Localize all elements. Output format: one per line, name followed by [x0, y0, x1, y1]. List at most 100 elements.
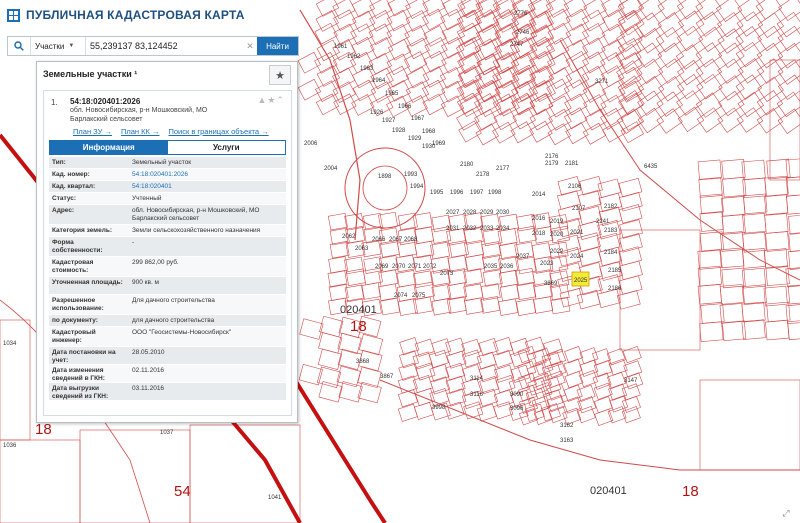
- ring-parcel-label: 1898: [378, 174, 392, 180]
- parcel-number-label: 2184: [604, 250, 618, 256]
- attribute-row: Адрес: обл. Новосибирская, р-н Мошковский…: [49, 205, 286, 225]
- parcel-number-label: 2018: [532, 231, 546, 237]
- parcel-number-label: 2034: [496, 226, 510, 232]
- plan-kk-link[interactable]: План КК →: [121, 127, 160, 136]
- parcel-number-label: 1037: [160, 430, 174, 436]
- attribute-value: 28.05.2010: [132, 349, 165, 356]
- parcel-number-label: 3867: [380, 374, 394, 380]
- parcel-number-label: 2029: [480, 210, 494, 216]
- parcel-number-label: 2035: [484, 264, 498, 270]
- parcel-number-label: 6435: [644, 164, 658, 170]
- parcel-number-label: 2004: [324, 166, 338, 172]
- parcel-number-label: 1930: [422, 144, 436, 150]
- parcel-number-label: 2033: [480, 226, 494, 232]
- big-label-18-c: 18: [35, 421, 52, 438]
- parcel-number-label: 2179: [545, 161, 559, 167]
- attribute-value[interactable]: 54:18:020401: [129, 181, 286, 192]
- search-button[interactable]: Найти: [257, 37, 298, 55]
- result-cad-number[interactable]: 54:18:020401:2026: [70, 97, 140, 106]
- parcel-number-label: 2746: [516, 30, 530, 36]
- big-label-18-b: 18: [682, 483, 699, 500]
- attribute-key: Кадастровая стоимость:: [52, 259, 94, 274]
- attribute-row: Дата изменения сведений в ГКН: 02.11.2016: [49, 365, 286, 383]
- parcel-number-label: 2183: [604, 228, 618, 234]
- attribute-row: по документу: для дачного строительства: [49, 315, 286, 327]
- search-in-bounds-link[interactable]: Поиск в границах объекта →: [168, 127, 268, 136]
- parcel-number-label: 3096: [510, 406, 524, 412]
- attribute-key: Дата изменения сведений в ГКН:: [52, 367, 105, 382]
- app-header: ПУБЛИЧНАЯ КАДАСТРОВАЯ КАРТА: [0, 0, 300, 30]
- parcel-number-label: 1041: [268, 495, 282, 501]
- search-bar: Участки▼ ✕ Найти: [7, 36, 299, 56]
- attribute-key: Кад. номер:: [52, 171, 90, 178]
- result-address-line2: Барлакский сельсовет: [70, 116, 143, 123]
- big-label-18-a: 18: [350, 318, 367, 335]
- attribute-value[interactable]: 54:18:020401:2026: [129, 169, 286, 180]
- tab-information[interactable]: Информация: [50, 141, 168, 154]
- parcel-number-label: 2178: [476, 172, 490, 178]
- parcel-number-label: 3162: [560, 423, 574, 429]
- parcel-number-label: 2020: [550, 232, 564, 238]
- parcel-number-label: 2024: [570, 254, 584, 260]
- attribute-value: 900 кв. м: [132, 279, 160, 286]
- parcel-number-label: 2182: [604, 204, 618, 210]
- parcel-number-label: 3116: [470, 392, 484, 398]
- highlighted-parcel-label: 2025: [574, 278, 588, 284]
- parcel-number-label: 3147: [624, 378, 638, 384]
- parcel-number-label: 2073: [440, 271, 454, 277]
- result-card: 1. 54:18:020401:2026 обл. Новосибирская,…: [43, 90, 292, 416]
- parcel-number-label: 1993: [404, 172, 418, 178]
- parcel-number-label: 2021: [570, 230, 584, 236]
- attribute-key: Дата выгрузки сведений из ГКН:: [52, 385, 109, 400]
- attribute-row: Разрешенное использование: Для дачного ст…: [49, 295, 286, 315]
- attribute-key: по документу:: [52, 317, 98, 324]
- parcel-number-label: 2028: [463, 210, 477, 216]
- quarter-label-b: 020401: [590, 485, 627, 497]
- attribute-value: Для дачного строительства: [132, 297, 215, 304]
- attribute-key: Адрес:: [52, 207, 75, 214]
- chevron-up-icon[interactable]: ⌃: [276, 95, 285, 105]
- parcel-number-label: 2062: [342, 234, 356, 240]
- parcel-number-label: 2776: [514, 11, 528, 17]
- plan-zu-link[interactable]: План ЗУ →: [73, 127, 112, 136]
- fullscreen-icon[interactable]: ⤢: [775, 506, 797, 521]
- parcel-number-label: 2106: [568, 184, 582, 190]
- tab-services[interactable]: Услуги: [167, 141, 285, 154]
- attribute-key: Статус:: [52, 195, 77, 202]
- parcel-number-label: 1966: [398, 104, 412, 110]
- parcel-number-label: 2181: [565, 161, 579, 167]
- parcel-number-label: 2241: [596, 219, 610, 225]
- parcel-number-label: 1968: [422, 129, 436, 135]
- warning-icon[interactable]: ▲: [257, 95, 267, 105]
- clear-icon[interactable]: ✕: [243, 37, 257, 55]
- parcel-number-label: 2063: [355, 246, 369, 252]
- parcel-number-label: 1963: [360, 66, 374, 72]
- quarter-label-a: 020401: [340, 304, 377, 316]
- attribute-value: ООО "Геосистемы-Новосибирск": [132, 329, 232, 336]
- parcel-number-label: 3163: [560, 438, 574, 444]
- search-icon[interactable]: [8, 37, 31, 55]
- parcel-number-label: 2022: [550, 249, 564, 255]
- parcel-number-label: 1967: [411, 116, 425, 122]
- parcel-number-label: 2032: [463, 226, 477, 232]
- parcel-number-label: 2070: [392, 264, 406, 270]
- parcel-number-label: 2072: [423, 264, 437, 270]
- parcel-number-label: 2747: [510, 42, 524, 48]
- attribute-row: Кадастровая стоимость: 299 862,00 руб.: [49, 257, 286, 277]
- parcel-number-label: 1929: [408, 136, 422, 142]
- attribute-value: 02.11.2016: [132, 367, 165, 374]
- parcel-number-label: 3869: [544, 281, 558, 287]
- attribute-value: 03.11.2016: [132, 385, 165, 392]
- attribute-value: -: [132, 239, 135, 246]
- favorites-button[interactable]: ★: [269, 65, 291, 85]
- parcel-number-label: 3998: [432, 405, 446, 411]
- star-icon: ★: [275, 69, 285, 82]
- attribute-key: Разрешенное использование:: [52, 297, 104, 312]
- attribute-key: Тип:: [52, 159, 66, 166]
- chevron-down-icon: ▼: [68, 43, 75, 49]
- search-type-select[interactable]: Участки ▼: [31, 37, 86, 55]
- search-input[interactable]: [86, 37, 243, 55]
- parcel-number-label: 2030: [496, 210, 510, 216]
- attribute-key: Кад. квартал:: [52, 183, 96, 190]
- grid-logo-icon[interactable]: [7, 8, 20, 22]
